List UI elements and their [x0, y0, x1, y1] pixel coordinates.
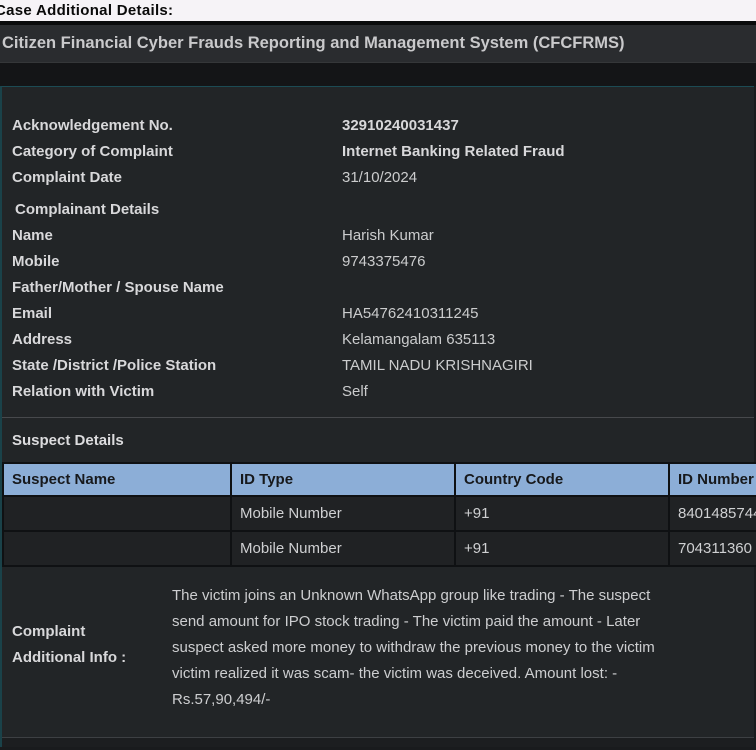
field-value: TAMIL NADU KRISHNAGIRI: [342, 353, 533, 379]
field-label: State /District /Police Station: [12, 353, 342, 379]
field-value: Harish Kumar: [342, 223, 434, 249]
text-line: The victim joins an Unknown WhatsApp gro…: [172, 583, 655, 609]
field-label: Relation with Victim: [12, 379, 342, 405]
complaint-additional-info-text: The victim joins an Unknown WhatsApp gro…: [172, 583, 655, 713]
complaint-additional-info-section: Complaint Additional Info : The victim j…: [2, 567, 754, 713]
suspect-name-cell: [3, 496, 231, 531]
text-line: send amount for IPO stock trading - The …: [172, 609, 655, 635]
field-row: Acknowledgement No. 32910240031437: [12, 113, 754, 139]
field-row: Address Kelamangalam 635113: [12, 327, 754, 353]
case-details-panel: Acknowledgement No. 32910240031437 Categ…: [0, 86, 754, 747]
field-row: Complaint Date 31/10/2024: [12, 165, 754, 191]
column-header: Country Code: [455, 463, 669, 496]
field-label: Mobile: [12, 249, 342, 275]
system-header-bar: Citizen Financial Cyber Frauds Reporting…: [0, 25, 756, 63]
field-row: Category of Complaint Internet Banking R…: [12, 139, 754, 165]
field-row: Name Harish Kumar: [12, 223, 754, 249]
field-value: HA54762410311245: [342, 301, 479, 327]
page-title-bar: Case Additional Details:: [0, 0, 756, 21]
field-row: Relation with Victim Self: [12, 379, 754, 405]
column-header: ID Number: [669, 463, 756, 496]
field-label: Acknowledgement No.: [12, 113, 342, 139]
field-value: Kelamangalam 635113: [342, 327, 495, 353]
field-label: Address: [12, 327, 342, 353]
complainant-details-heading: Complainant Details: [12, 197, 754, 223]
id-type-cell: Mobile Number: [231, 531, 455, 566]
complaint-additional-info-label: Complaint Additional Info :: [12, 619, 172, 713]
column-header: ID Type: [231, 463, 455, 496]
field-value: 9743375476: [342, 249, 425, 275]
field-label: Category of Complaint: [12, 139, 342, 165]
text-line: suspect asked more money to withdraw the…: [172, 635, 655, 661]
label-line: Additional Info :: [12, 645, 172, 671]
text-line: victim realized it was scam- the victim …: [172, 661, 655, 687]
suspect-details-section: Suspect Details Suspect Name ID Type Cou…: [2, 418, 754, 567]
header-gap: [0, 63, 756, 86]
suspect-details-heading: Suspect Details: [12, 432, 754, 450]
column-header: Suspect Name: [3, 463, 231, 496]
field-row: Mobile 9743375476: [12, 249, 754, 275]
id-type-cell: Mobile Number: [231, 496, 455, 531]
field-value: 32910240031437: [342, 113, 459, 139]
system-title: Citizen Financial Cyber Frauds Reporting…: [2, 34, 625, 53]
page-title: Case Additional Details:: [0, 0, 173, 21]
field-row: Email HA54762410311245: [12, 301, 754, 327]
field-value: Self: [342, 379, 368, 405]
field-label: Father/Mother / Spouse Name: [12, 275, 342, 301]
text-line: Rs.57,90,494/-: [172, 687, 655, 713]
table-row: Mobile Number +91 704311360: [3, 531, 756, 566]
field-row: Father/Mother / Spouse Name: [12, 275, 754, 301]
suspect-name-cell: [3, 531, 231, 566]
bottom-divider: [2, 737, 754, 747]
field-label: Complaint Date: [12, 165, 342, 191]
case-summary-section: Acknowledgement No. 32910240031437 Categ…: [2, 87, 754, 417]
country-code-cell: +91: [455, 531, 669, 566]
field-label: Email: [12, 301, 342, 327]
field-row: State /District /Police Station TAMIL NA…: [12, 353, 754, 379]
label-line: Complaint: [12, 619, 172, 645]
id-number-cell: 704311360: [669, 531, 756, 566]
field-value: Internet Banking Related Fraud: [342, 139, 565, 165]
table-row: Mobile Number +91 8401485744: [3, 496, 756, 531]
field-label: Name: [12, 223, 342, 249]
id-number-cell: 8401485744: [669, 496, 756, 531]
country-code-cell: +91: [455, 496, 669, 531]
table-header-row: Suspect Name ID Type Country Code ID Num…: [3, 463, 756, 496]
suspect-table: Suspect Name ID Type Country Code ID Num…: [2, 462, 756, 567]
field-value: 31/10/2024: [342, 165, 417, 191]
